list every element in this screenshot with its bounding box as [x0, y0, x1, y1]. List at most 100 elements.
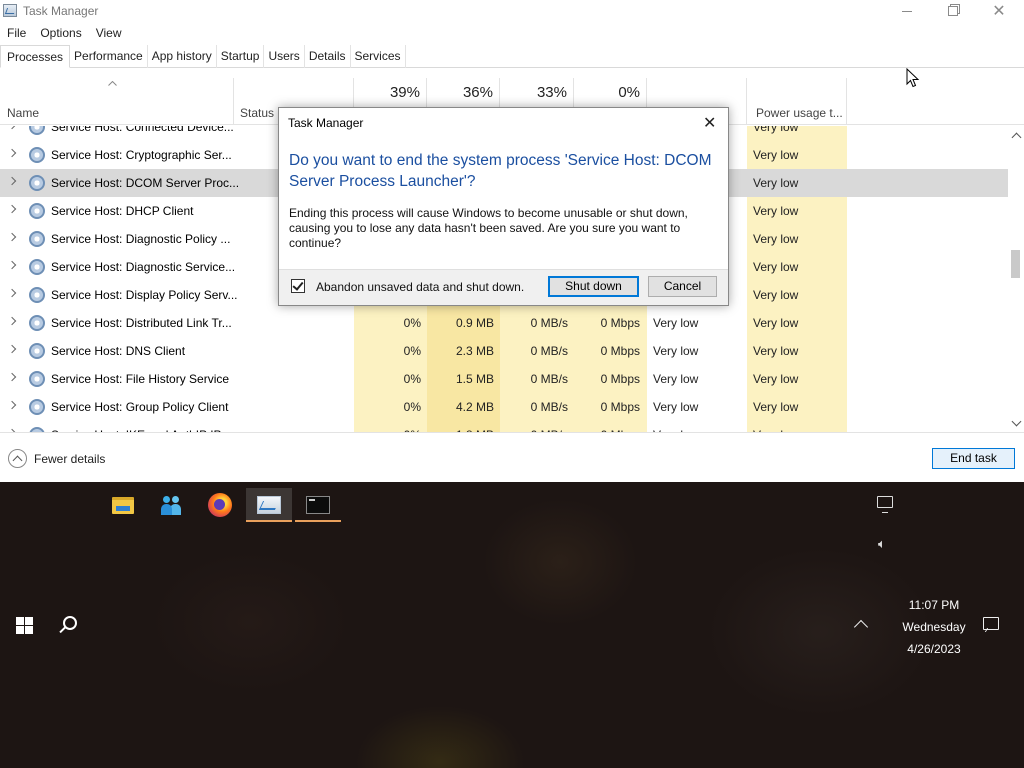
taskbar-firefox[interactable] — [197, 488, 243, 522]
process-name: Service Host: DNS Client — [51, 344, 186, 358]
column-power-trend-label: Power usage t... — [756, 106, 843, 120]
tab-performance[interactable]: Performance — [70, 45, 148, 68]
column-name-label: Name — [7, 106, 40, 120]
terminal-icon — [306, 496, 330, 514]
expand-chevron-icon[interactable] — [7, 344, 17, 354]
table-row[interactable]: Service Host: Distributed Link Tr... 0% 0.… — [0, 309, 1008, 337]
title-bar: Task Manager ✕ — [0, 0, 1024, 22]
expand-chevron-icon[interactable] — [7, 316, 17, 326]
service-gear-icon — [29, 147, 45, 163]
running-indicator — [295, 520, 341, 522]
cpu-value: 0% — [403, 344, 421, 358]
restore-button[interactable] — [930, 0, 976, 22]
cpu-percent: 39% — [389, 84, 420, 101]
expand-chevron-icon[interactable] — [7, 176, 17, 186]
desktop-taskbar — [0, 482, 1024, 768]
network-value: 0 Mbps — [600, 372, 640, 386]
expand-chevron-icon[interactable] — [7, 126, 17, 130]
service-gear-icon — [29, 287, 45, 303]
power-usage-value: Very low — [653, 372, 699, 386]
power-trend-value: Very low — [753, 372, 799, 386]
table-row[interactable]: Service Host: File History Service 0% 1.5 … — [0, 365, 1008, 393]
search-icon[interactable] — [63, 616, 77, 630]
tab-startup[interactable]: Startup — [217, 45, 265, 68]
menu-file[interactable]: File — [0, 24, 33, 42]
power-trend-value: Very low — [753, 232, 799, 246]
vertical-scrollbar[interactable] — [1008, 126, 1024, 432]
taskbar-file-explorer[interactable] — [100, 488, 146, 522]
taskbar-people[interactable] — [148, 488, 194, 522]
dialog-title: Task Manager — [288, 116, 364, 130]
abandon-data-label[interactable]: Abandon unsaved data and shut down. — [316, 280, 524, 294]
expand-chevron-icon[interactable] — [7, 232, 17, 242]
power-trend-value: Very low — [753, 400, 799, 414]
service-gear-icon — [29, 399, 45, 415]
network-value: 0 Mbps — [600, 400, 640, 414]
expand-chevron-icon[interactable] — [7, 400, 17, 410]
abandon-data-checkbox[interactable] — [291, 279, 305, 293]
table-row[interactable]: Service Host: Group Policy Client 0% 4.2 M… — [0, 393, 1008, 421]
service-gear-icon — [29, 203, 45, 219]
memory-value: 2.3 MB — [455, 344, 494, 358]
task-manager-icon — [3, 4, 17, 17]
tab-services[interactable]: Services — [351, 45, 406, 68]
fewer-details-link[interactable]: Fewer details — [34, 452, 105, 466]
taskbar-terminal[interactable] — [295, 488, 341, 522]
minimize-button[interactable] — [884, 0, 930, 22]
power-trend-value: Very low — [753, 126, 799, 134]
process-name: Service Host: Connected Device... — [51, 126, 234, 134]
taskbar-task-manager[interactable] — [246, 488, 292, 522]
cancel-button[interactable]: Cancel — [648, 276, 717, 297]
table-row[interactable]: Service Host: IKE and AuthIP IPs...0%1.8… — [0, 421, 1008, 432]
column-power-trend[interactable]: Power usage t... — [747, 78, 847, 125]
column-name[interactable]: Name — [0, 78, 234, 125]
scroll-down-icon[interactable] — [1011, 416, 1022, 427]
expand-chevron-icon[interactable] — [7, 204, 17, 214]
notification-icon[interactable] — [983, 617, 999, 630]
chevron-up-circle-icon[interactable] — [8, 449, 27, 468]
process-name: Service Host: Diagnostic Policy ... — [51, 232, 231, 246]
menu-options[interactable]: Options — [33, 24, 88, 42]
menu-bar: File Options View — [0, 24, 129, 42]
footer-bar: Fewer details End task — [0, 432, 1024, 482]
dialog-close-button[interactable]: ✕ — [703, 113, 716, 133]
service-gear-icon — [29, 343, 45, 359]
scroll-up-icon[interactable] — [1011, 132, 1022, 143]
people-icon — [160, 495, 182, 515]
disk-value: 0 MB/s — [530, 400, 568, 414]
menu-view[interactable]: View — [89, 24, 129, 42]
dialog-message: Ending this process will cause Windows t… — [289, 206, 688, 250]
network-icon[interactable] — [877, 496, 893, 513]
system-clock[interactable]: 11:07 PM Wednesday 4/26/2023 — [899, 594, 969, 660]
clock-time: 11:07 PM — [908, 598, 960, 612]
firefox-icon — [208, 493, 232, 517]
table-row[interactable]: Service Host: DNS Client 0% 2.3 MB 0 MB/s 0 … — [0, 337, 1008, 365]
volume-icon[interactable]: 🔈︎ — [878, 536, 886, 552]
tab-details[interactable]: Details — [305, 45, 351, 68]
power-trend-value: Very low — [753, 204, 799, 218]
power-trend-value: Very low — [753, 316, 799, 330]
network-value: 0 Mbps — [600, 316, 640, 330]
tab-app-history[interactable]: App history — [148, 45, 217, 68]
service-gear-icon — [29, 371, 45, 387]
disk-value: 0 MB/s — [530, 372, 568, 386]
network-value: 0 Mbps — [600, 344, 640, 358]
scrollbar-thumb[interactable] — [1011, 250, 1020, 278]
close-button[interactable]: ✕ — [976, 0, 1022, 22]
expand-chevron-icon[interactable] — [7, 260, 17, 270]
expand-chevron-icon[interactable] — [7, 288, 17, 298]
tab-processes[interactable]: Processes — [0, 45, 71, 68]
mouse-pointer-icon — [906, 68, 920, 88]
service-gear-icon — [29, 259, 45, 275]
windows-start-icon[interactable] — [16, 617, 33, 634]
expand-chevron-icon[interactable] — [7, 372, 17, 382]
tab-users[interactable]: Users — [264, 45, 305, 68]
window-title: Task Manager — [23, 4, 99, 18]
end-task-button[interactable]: End task — [932, 448, 1015, 469]
shut-down-button[interactable]: Shut down — [548, 276, 639, 297]
service-gear-icon — [29, 126, 45, 135]
process-name: Service Host: Diagnostic Service... — [51, 260, 236, 274]
power-trend-value: Very low — [753, 176, 799, 190]
service-gear-icon — [29, 231, 45, 247]
expand-chevron-icon[interactable] — [7, 148, 17, 158]
